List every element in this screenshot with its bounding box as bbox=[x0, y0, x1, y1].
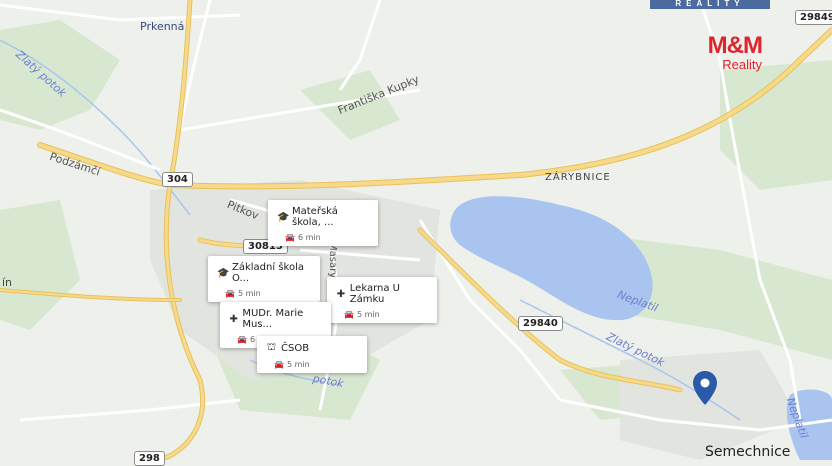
location-pin-icon[interactable] bbox=[692, 370, 718, 411]
car-icon: 🚘 bbox=[225, 289, 235, 298]
medical-icon: ✚ bbox=[229, 313, 238, 325]
poi-card-materska-skola[interactable]: 🎓 Mateřská škola, ... 🚘 6 min bbox=[268, 200, 378, 246]
mm-reality-logo[interactable]: M&M Reality bbox=[707, 32, 763, 73]
poi-name: ČSOB bbox=[281, 343, 310, 354]
bank-icon: ⛫ bbox=[266, 342, 277, 353]
logo-mm: M&M bbox=[707, 32, 763, 59]
car-icon: 🚘 bbox=[344, 310, 354, 319]
poi-card-csob[interactable]: ⛫ ČSOB 🚘 5 min bbox=[257, 336, 367, 373]
road-shield-29849: 29849 bbox=[795, 10, 832, 25]
label-zarybnice: ZÁRYBNICE bbox=[545, 172, 611, 183]
poi-name: Lekarna U Zámku bbox=[349, 283, 400, 305]
pharmacy-icon: ✚ bbox=[336, 288, 346, 300]
poi-card-zakladni-skola[interactable]: 🎓 Základní škola O... 🚘 5 min bbox=[208, 256, 320, 302]
label-left-edge: ín bbox=[2, 276, 13, 289]
reality-banner: REALITY bbox=[650, 0, 770, 9]
car-icon: 🚘 bbox=[285, 233, 295, 242]
poi-name: Základní škola O... bbox=[232, 262, 304, 284]
poi-time: 6 min bbox=[297, 233, 321, 242]
poi-time: 5 min bbox=[286, 360, 310, 369]
car-icon: 🚘 bbox=[274, 360, 284, 369]
logo-reality: Reality bbox=[722, 57, 762, 72]
label-semechnice: Semechnice bbox=[705, 444, 791, 460]
poi-name: Mateřská škola, ... bbox=[292, 206, 338, 228]
poi-time: 5 min bbox=[356, 310, 380, 319]
poi-card-lekarna[interactable]: ✚ Lekarna U Zámku 🚘 5 min bbox=[327, 277, 437, 323]
road-shield-298: 298 bbox=[134, 451, 165, 466]
car-icon: 🚘 bbox=[237, 335, 247, 344]
road-shield-29840: 29840 bbox=[518, 316, 563, 331]
poi-name: MUDr. Marie Mus... bbox=[242, 308, 304, 330]
label-prkenna: Prkenná bbox=[140, 20, 185, 33]
poi-time: 5 min bbox=[237, 289, 261, 298]
school-icon: 🎓 bbox=[217, 267, 230, 279]
school-icon: 🎓 bbox=[277, 211, 290, 223]
road-shield-304: 304 bbox=[162, 172, 193, 187]
